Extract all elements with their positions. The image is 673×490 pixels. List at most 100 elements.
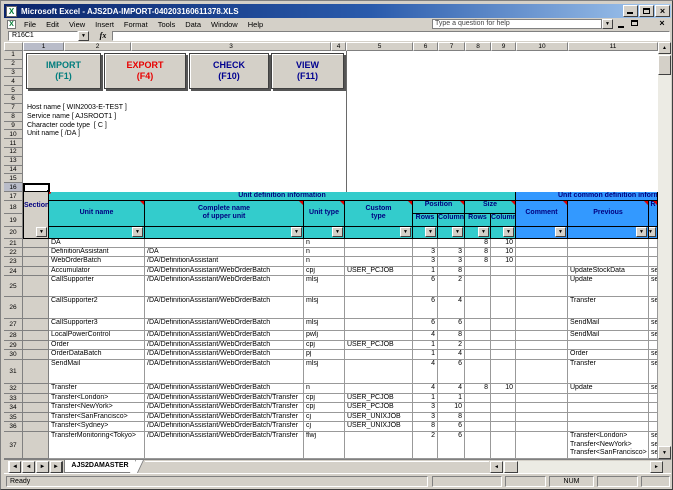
cell[interactable] (345, 360, 413, 384)
cell[interactable]: se (649, 297, 658, 319)
macro-button-import[interactable]: IMPORT (F1) (26, 53, 101, 89)
cell[interactable]: 3 (438, 248, 465, 257)
filter-cell[interactable]: ▼ (649, 227, 658, 239)
cell[interactable]: 1 (438, 394, 465, 403)
cell[interactable]: 1 (413, 394, 438, 403)
cell[interactable] (568, 257, 649, 267)
cell[interactable] (23, 319, 49, 331)
cell[interactable]: 4 (438, 297, 465, 319)
cell[interactable] (491, 276, 516, 297)
cell[interactable] (568, 248, 649, 257)
filter-dropdown-button[interactable]: ▼ (452, 227, 463, 237)
cell[interactable]: 6 (438, 422, 465, 432)
cell[interactable] (413, 239, 438, 248)
cell[interactable]: n (304, 248, 345, 257)
menu-data[interactable]: Data (180, 19, 206, 30)
filter-dropdown-button[interactable]: ▼ (400, 227, 411, 237)
column-header[interactable]: 8 (465, 42, 491, 51)
row-header[interactable]: 8 (4, 112, 23, 122)
cell[interactable]: 2 (413, 432, 438, 459)
cell[interactable] (23, 384, 49, 394)
menu-help[interactable]: Help (243, 19, 268, 30)
cell[interactable]: se (649, 319, 658, 331)
cell[interactable] (23, 413, 49, 422)
cell[interactable]: USER_UNIXJOB (345, 422, 413, 432)
scroll-up-button[interactable]: ▲ (658, 42, 671, 54)
cell[interactable] (491, 331, 516, 341)
row-header[interactable]: 18 (4, 201, 23, 214)
workbook-minimize-button[interactable] (616, 19, 628, 29)
cell[interactable]: 1 (413, 267, 438, 276)
cell[interactable]: cpj (304, 403, 345, 413)
cell[interactable] (516, 394, 568, 403)
header-previous[interactable]: Previous (568, 201, 649, 227)
header-relation[interactable]: R (649, 201, 658, 227)
cell[interactable] (465, 432, 491, 459)
cell[interactable]: /DA (145, 248, 304, 257)
cell[interactable]: 3 (413, 248, 438, 257)
filter-cell[interactable]: ▼ (345, 227, 413, 239)
title-bar[interactable]: X Microsoft Excel - AJS2DA-IMPORT-040203… (4, 4, 671, 18)
cell[interactable]: 3 (413, 257, 438, 267)
cell[interactable]: 10 (438, 403, 465, 413)
cell[interactable]: 4 (438, 350, 465, 360)
cell[interactable]: Order (568, 350, 649, 360)
cell[interactable]: Transfer (568, 297, 649, 319)
cell[interactable] (516, 248, 568, 257)
cell[interactable] (23, 394, 49, 403)
cell[interactable]: mlsj (304, 297, 345, 319)
filter-cell[interactable]: ▼ (491, 227, 516, 239)
workbook-restore-button[interactable] (629, 19, 641, 29)
filter-dropdown-button[interactable]: ▼ (332, 227, 343, 237)
cell[interactable]: Order (49, 341, 145, 350)
header-size[interactable]: Size (465, 201, 516, 214)
cell[interactable] (23, 257, 49, 267)
cell[interactable]: 1 (413, 341, 438, 350)
cell[interactable] (465, 267, 491, 276)
insert-function-button[interactable]: fx (96, 31, 110, 41)
row-header[interactable]: 31 (4, 360, 23, 384)
cell[interactable] (438, 239, 465, 248)
column-header[interactable]: 2 (64, 42, 131, 51)
cell[interactable]: OrderDataBatch (49, 350, 145, 360)
cell[interactable]: 6 (438, 360, 465, 384)
cell[interactable] (345, 319, 413, 331)
cell[interactable] (465, 403, 491, 413)
row-header[interactable]: 16 (4, 183, 23, 192)
cell[interactable]: /DA/DefinitionAssistant/WebOrderBatch/Tr… (145, 403, 304, 413)
cell[interactable]: /DA/DefinitionAssistant/WebOrderBatch (145, 350, 304, 360)
cell[interactable] (23, 248, 49, 257)
cell[interactable]: se (649, 267, 658, 276)
cell[interactable] (465, 276, 491, 297)
cell[interactable]: 1 (413, 350, 438, 360)
cell[interactable]: 8 (465, 239, 491, 248)
row-header[interactable]: 5 (4, 86, 23, 96)
cell[interactable] (23, 297, 49, 319)
formula-input[interactable] (112, 31, 670, 41)
cell[interactable] (345, 432, 413, 459)
row-header[interactable]: 26 (4, 297, 23, 319)
cell[interactable]: CallSupporter2 (49, 297, 145, 319)
macro-button-view[interactable]: VIEW (F11) (271, 53, 344, 89)
restore-button[interactable] (639, 5, 654, 17)
filter-cell[interactable]: ▼ (413, 227, 438, 239)
row-header[interactable]: 3 (4, 68, 23, 78)
sheet-tab-ajs2damaster[interactable]: AJS2DAMASTER (64, 460, 136, 473)
column-header[interactable]: 5 (346, 42, 413, 51)
cell[interactable]: 10 (491, 384, 516, 394)
row-header[interactable]: 28 (4, 331, 23, 341)
cell[interactable] (516, 350, 568, 360)
cell[interactable] (516, 276, 568, 297)
filter-dropdown-button[interactable]: ▼ (425, 227, 436, 237)
cell[interactable] (465, 297, 491, 319)
cell[interactable]: SendMail (568, 319, 649, 331)
cell[interactable]: cpj (304, 267, 345, 276)
cell[interactable]: CallSupporter3 (49, 319, 145, 331)
group-unit-common-definition[interactable]: Unit common definition information (516, 192, 658, 201)
cell[interactable] (568, 341, 649, 350)
row-header[interactable]: 32 (4, 384, 23, 394)
cell[interactable]: USER_PCJOB (345, 267, 413, 276)
cell[interactable]: 6 (413, 319, 438, 331)
row-header[interactable]: 15 (4, 174, 23, 184)
cell[interactable] (516, 297, 568, 319)
